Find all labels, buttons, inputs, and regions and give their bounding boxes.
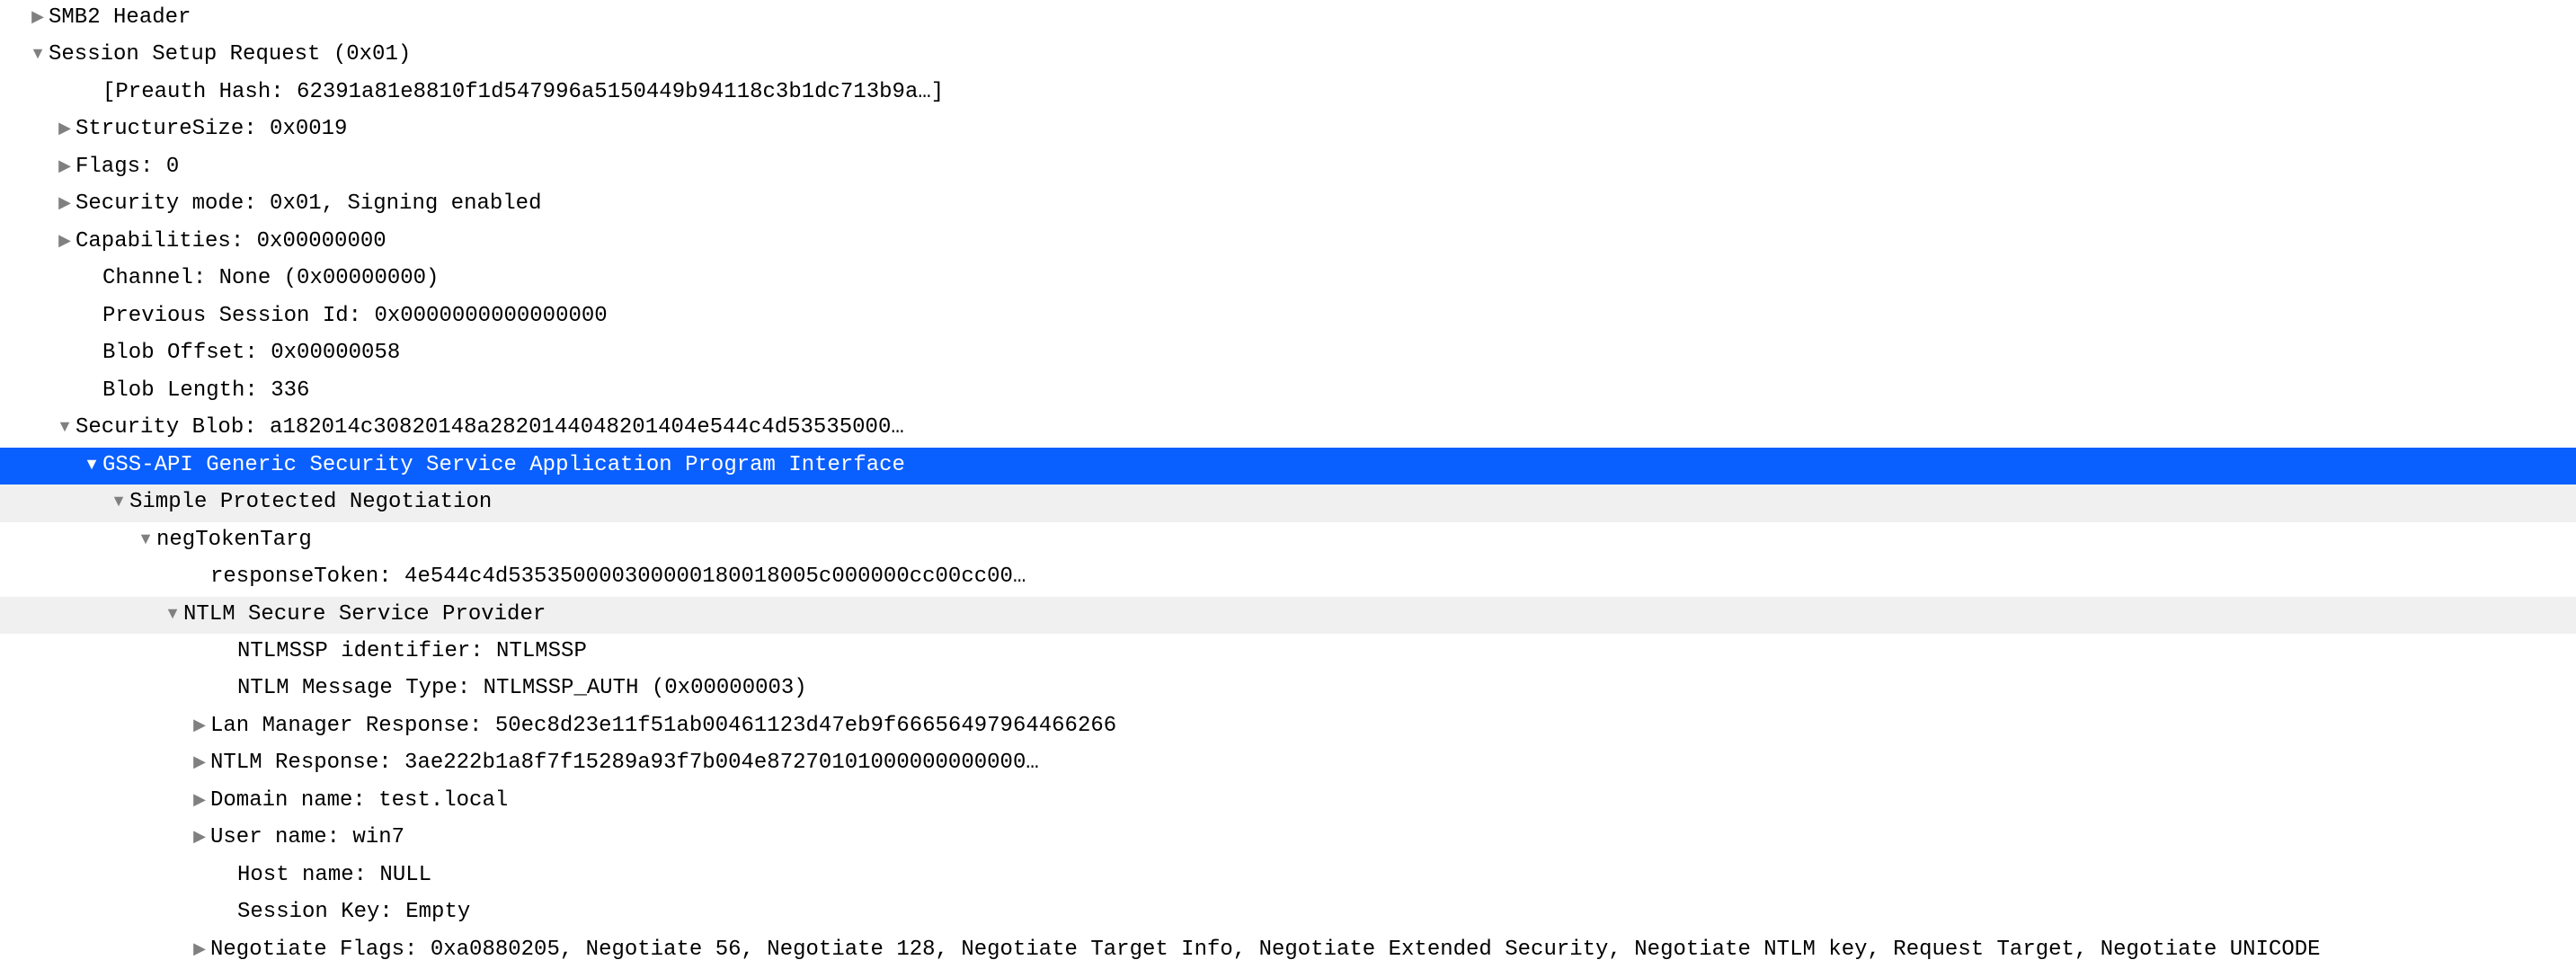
tree-row[interactable]: ▼Security Blob: a182014c30820148a2820144… xyxy=(0,410,2576,447)
tree-row-label: NTLM Message Type: NTLMSSP_AUTH (0x00000… xyxy=(237,676,807,700)
tree-row[interactable]: responseToken: 4e544c4d53535000030000018… xyxy=(0,559,2576,596)
chevron-down-icon[interactable]: ▼ xyxy=(54,413,76,440)
packet-details-tree[interactable]: ▶SMB2 Header▼Session Setup Request (0x01… xyxy=(0,0,2576,969)
chevron-down-icon[interactable]: ▼ xyxy=(162,600,183,627)
tree-row[interactable]: [Preauth Hash: 62391a81e8810f1d547996a51… xyxy=(0,75,2576,111)
tree-row[interactable]: ▶Negotiate Flags: 0xa0880205, Negotiate … xyxy=(0,932,2576,969)
tree-row[interactable]: ▼GSS-API Generic Security Service Applic… xyxy=(0,448,2576,484)
tree-row-label: Simple Protected Negotiation xyxy=(129,490,492,514)
tree-row-label: negTokenTarg xyxy=(156,528,312,552)
tree-row-label: Previous Session Id: 0x0000000000000000 xyxy=(102,304,608,328)
chevron-down-icon[interactable]: ▼ xyxy=(27,40,49,67)
chevron-right-icon[interactable]: ▶ xyxy=(189,711,210,738)
tree-row-label: Security Blob: a182014c30820148a28201440… xyxy=(76,415,904,440)
tree-row-label: GSS-API Generic Security Service Applica… xyxy=(102,453,905,477)
tree-row-label: Channel: None (0x00000000) xyxy=(102,266,439,290)
tree-row-label: Domain name: test.local xyxy=(210,788,508,813)
tree-row[interactable]: ▶Security mode: 0x01, Signing enabled xyxy=(0,186,2576,223)
tree-row[interactable]: Host name: NULL xyxy=(0,858,2576,894)
tree-row-label: NTLM Secure Service Provider xyxy=(183,602,546,627)
tree-row[interactable]: ▶Lan Manager Response: 50ec8d23e11f51ab0… xyxy=(0,708,2576,745)
tree-row-label: Host name: NULL xyxy=(237,863,431,887)
tree-row-label: Session Key: Empty xyxy=(237,900,470,924)
chevron-down-icon[interactable]: ▼ xyxy=(108,487,129,514)
tree-row[interactable]: ▶NTLM Response: 3ae222b1a8f7f15289a93f7b… xyxy=(0,745,2576,782)
tree-row[interactable]: ▶Flags: 0 xyxy=(0,149,2576,186)
tree-row[interactable]: ▼Session Setup Request (0x01) xyxy=(0,37,2576,74)
tree-row-label: NTLMSSP identifier: NTLMSSP xyxy=(237,639,587,663)
tree-row[interactable]: Channel: None (0x00000000) xyxy=(0,261,2576,298)
chevron-right-icon[interactable]: ▶ xyxy=(54,227,76,253)
chevron-down-icon[interactable]: ▼ xyxy=(81,450,102,477)
tree-row[interactable]: Session Key: Empty xyxy=(0,894,2576,931)
tree-row[interactable]: ▶SMB2 Header xyxy=(0,0,2576,37)
chevron-right-icon[interactable]: ▶ xyxy=(54,152,76,179)
tree-row-label: StructureSize: 0x0019 xyxy=(76,117,347,141)
chevron-right-icon[interactable]: ▶ xyxy=(189,748,210,775)
tree-row[interactable]: ▶Capabilities: 0x00000000 xyxy=(0,224,2576,261)
tree-row-label: SMB2 Header xyxy=(49,5,191,30)
tree-row-label: Lan Manager Response: 50ec8d23e11f51ab00… xyxy=(210,714,1116,738)
tree-row[interactable]: ▶User name: win7 xyxy=(0,820,2576,857)
tree-row[interactable]: ▼Simple Protected Negotiation xyxy=(0,484,2576,521)
tree-row-label: Blob Length: 336 xyxy=(102,378,309,403)
chevron-right-icon[interactable]: ▶ xyxy=(189,822,210,849)
tree-row-label: [Preauth Hash: 62391a81e8810f1d547996a51… xyxy=(102,80,944,104)
tree-row-label: Session Setup Request (0x01) xyxy=(49,42,411,67)
tree-row[interactable]: Blob Offset: 0x00000058 xyxy=(0,335,2576,372)
chevron-right-icon[interactable]: ▶ xyxy=(54,189,76,216)
tree-row-label: responseToken: 4e544c4d53535000030000018… xyxy=(210,565,1026,589)
chevron-right-icon[interactable]: ▶ xyxy=(27,3,49,30)
tree-row[interactable]: NTLM Message Type: NTLMSSP_AUTH (0x00000… xyxy=(0,671,2576,707)
chevron-right-icon[interactable]: ▶ xyxy=(189,786,210,813)
tree-row[interactable]: Previous Session Id: 0x0000000000000000 xyxy=(0,298,2576,335)
tree-row-label: NTLM Response: 3ae222b1a8f7f15289a93f7b0… xyxy=(210,751,1039,775)
chevron-right-icon[interactable]: ▶ xyxy=(54,114,76,141)
chevron-right-icon[interactable]: ▶ xyxy=(189,935,210,962)
tree-row-label: Flags: 0 xyxy=(76,155,179,179)
tree-row[interactable]: Blob Length: 336 xyxy=(0,373,2576,410)
tree-row[interactable]: ▼NTLM Secure Service Provider xyxy=(0,597,2576,634)
tree-row[interactable]: ▶Domain name: test.local xyxy=(0,783,2576,820)
tree-row-label: Blob Offset: 0x00000058 xyxy=(102,341,400,365)
tree-row-label: Negotiate Flags: 0xa0880205, Negotiate 5… xyxy=(210,938,2321,962)
tree-row[interactable]: ▼negTokenTarg xyxy=(0,522,2576,559)
chevron-down-icon[interactable]: ▼ xyxy=(135,525,156,552)
tree-row-label: Capabilities: 0x00000000 xyxy=(76,229,386,253)
tree-row-label: Security mode: 0x01, Signing enabled xyxy=(76,191,541,216)
tree-row[interactable]: NTLMSSP identifier: NTLMSSP xyxy=(0,634,2576,671)
tree-row[interactable]: ▶StructureSize: 0x0019 xyxy=(0,111,2576,148)
tree-row-label: User name: win7 xyxy=(210,825,404,849)
